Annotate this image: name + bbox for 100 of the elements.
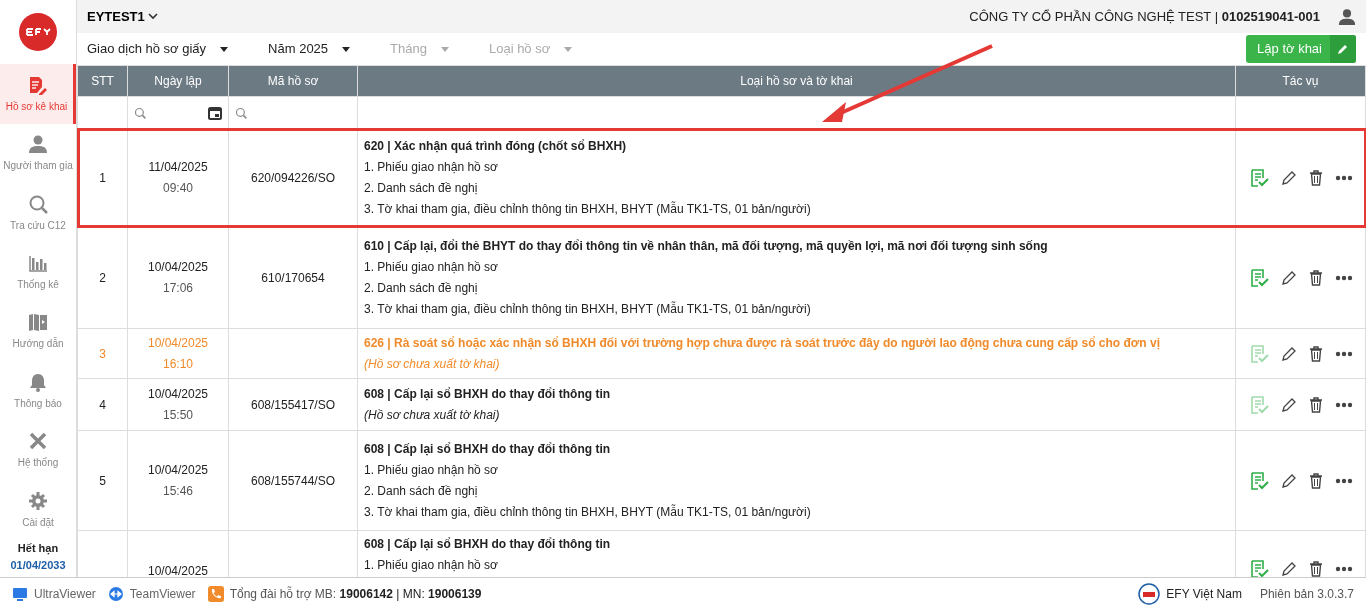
brand-logo-icon <box>1138 582 1161 605</box>
account-dropdown[interactable]: EYTEST1 <box>87 6 158 27</box>
record-code: 608/155417/SO <box>250 397 336 412</box>
company-name: CÔNG TY CỔ PHẦN CÔNG NGHỆ TEST | 0102519041-001 <box>969 7 1320 26</box>
document-item: 3. Tờ khai tham gia, điều chỉnh thông tin BHXH, BHYT (Mẫu TK1-TS, 01 bản/người) <box>364 201 812 217</box>
expiry-label: Hết hạn <box>16 541 60 557</box>
document-item: 2. Danh sách đề nghị <box>364 280 479 296</box>
record-title: 608 | Cấp lại sổ BHXH do thay đổi thông tin <box>364 386 612 402</box>
search-icon <box>28 193 48 214</box>
document-item: 1. Phiếu giao nhận hồ sơ <box>364 159 499 175</box>
edit-button[interactable] <box>1280 345 1297 362</box>
document-item: 1. Phiếu giao nhận hồ sơ <box>364 558 499 573</box>
more-button[interactable] <box>1334 274 1353 281</box>
more-button[interactable] <box>1334 566 1353 572</box>
delete-button[interactable] <box>1308 269 1323 286</box>
column-header: Mã hồ sơ <box>228 65 358 97</box>
column-header: Tác vụ <box>1235 65 1366 97</box>
create-button[interactable]: Lập tờ khai <box>1246 35 1356 63</box>
hotline-text: Tổng đài hỗ trợ MB: 19006142 | MN: 19006139 <box>229 585 482 603</box>
filter-dropdown[interactable]: Giao dịch hồ sơ giấy <box>87 39 229 59</box>
delete-button[interactable] <box>1308 169 1323 186</box>
time-text: 15:46 <box>162 483 194 500</box>
edit-button[interactable] <box>1280 561 1297 577</box>
version-text: Phiên bản 3.0.3.7 <box>1259 585 1354 603</box>
date-text: 11/04/2025 <box>147 159 209 176</box>
more-button[interactable] <box>1334 174 1353 181</box>
sidebar-item[interactable]: Hệ thống <box>0 421 76 481</box>
document-item: 1. Phiếu giao nhận hồ sơ <box>364 259 499 275</box>
date-text: 10/04/2025 <box>146 386 210 403</box>
document-item: 3. Tờ khai tham gia, điều chỉnh thông tin BHXH, BHYT (Mẫu TK1-TS, 01 bản/người) <box>364 504 812 520</box>
column-header: STT <box>77 65 128 97</box>
user-icon[interactable] <box>1338 7 1356 26</box>
more-button[interactable] <box>1334 350 1353 357</box>
edit-button[interactable] <box>1280 269 1297 286</box>
more-button[interactable] <box>1334 401 1353 408</box>
status-note: (Hồ sơ chưa xuất tờ khai) <box>364 356 501 372</box>
person-icon <box>28 134 48 155</box>
sidebar-item[interactable]: Người tham gia <box>0 123 76 184</box>
row-number: 3 <box>99 346 106 361</box>
row-number: 1 <box>99 170 106 185</box>
time-text: 09:40 <box>162 180 194 197</box>
sidebar-item[interactable]: Hồ sơ kê khai <box>0 64 76 124</box>
record-title: 610 | Cấp lại, đổi thẻ BHYT do thay đổi thông tin về nhân thân, mã đối tượng, mã quyền lợi, mã nơi đối tượng sinh sống <box>364 238 1049 254</box>
record-title: 620 | Xác nhận quá trình đóng (chốt sổ BHXH) <box>364 138 628 154</box>
edit-button[interactable] <box>1280 472 1297 489</box>
date-text: 10/04/2025 <box>146 335 210 352</box>
delete-button[interactable] <box>1308 472 1323 489</box>
row-number: 2 <box>99 270 106 285</box>
more-button[interactable] <box>1334 477 1353 484</box>
logo-icon <box>18 12 58 53</box>
edit-button[interactable] <box>1280 169 1297 186</box>
bar-chart-icon <box>28 253 48 273</box>
brand-name: EFY Việt Nam <box>1166 585 1242 603</box>
date-text: 10/04/2025 <box>146 563 210 577</box>
date-text: 10/04/2025 <box>146 462 210 479</box>
export-button[interactable] <box>1248 559 1269 577</box>
document-item: 2. Danh sách đề nghị <box>364 180 479 196</box>
record-code: 610/170654 <box>261 270 325 285</box>
edit-button[interactable] <box>1280 396 1297 413</box>
arrows-icon <box>107 585 124 602</box>
sidebar-item[interactable]: Thống kê <box>0 242 76 303</box>
tools-icon <box>28 431 48 452</box>
export-button[interactable] <box>1248 470 1269 491</box>
bell-icon <box>28 371 48 392</box>
document-item: 2. Danh sách đề nghị <box>364 483 479 499</box>
search-icon <box>235 106 247 119</box>
filter-dropdown[interactable]: Loại hồ sơ <box>488 39 573 59</box>
sidebar-item[interactable]: Thông báo <box>0 361 76 422</box>
time-text: 16:10 <box>162 356 194 373</box>
search-icon <box>134 106 146 119</box>
filter-dropdown[interactable]: Năm 2025 <box>268 39 351 59</box>
export-button[interactable] <box>1248 167 1269 188</box>
calendar-icon[interactable] <box>208 105 222 120</box>
record-code: 620/094226/SO <box>250 170 336 185</box>
export-button[interactable] <box>1248 267 1269 288</box>
sidebar-item[interactable]: Tra cứu C12 <box>0 183 76 243</box>
column-header: Ngày lập <box>127 65 229 97</box>
status-note: (Hồ sơ chưa xuất tờ khai) <box>364 407 501 423</box>
phone-icon <box>207 585 224 602</box>
row-number: 4 <box>99 397 106 412</box>
delete-button[interactable] <box>1308 396 1323 413</box>
sidebar-item[interactable]: Hướng dẫn <box>0 302 76 362</box>
remote-tool-link[interactable]: UltraViewer <box>12 584 96 603</box>
record-code: 608/155744/SO <box>250 473 336 488</box>
remote-tool-link[interactable]: TeamViewer <box>107 584 196 603</box>
record-title: 608 | Cấp lại sổ BHXH do thay đổi thông tin <box>364 441 612 457</box>
delete-button[interactable] <box>1308 345 1323 362</box>
filter-dropdown[interactable]: Tháng <box>390 39 449 59</box>
settings-icon <box>28 490 48 511</box>
row-number: 5 <box>99 473 106 488</box>
column-header: Loại hồ sơ và tờ khai <box>357 65 1236 97</box>
monitor-icon <box>12 585 28 602</box>
delete-button[interactable] <box>1308 561 1323 577</box>
record-title: 626 | Rà soát sổ hoặc xác nhận sổ BHXH đối với trường hợp chưa được rà soát trước đây do người lao động chưa cung cấp sổ cho đơn vị <box>364 335 1161 351</box>
book-icon <box>28 312 48 333</box>
time-text: 15:50 <box>162 407 194 424</box>
time-text: 17:06 <box>162 280 194 297</box>
document-item: 1. Phiếu giao nhận hồ sơ <box>364 462 499 478</box>
expiry-date: 01/04/2033 <box>9 557 67 573</box>
sidebar-item[interactable]: Cài đặt <box>0 480 76 541</box>
